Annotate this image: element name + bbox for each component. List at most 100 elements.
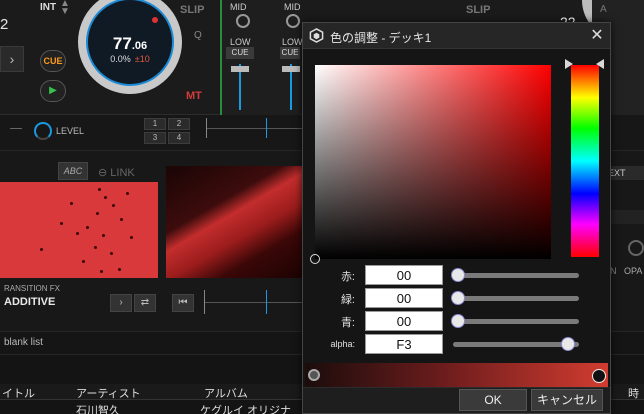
green-slider-track[interactable] [453,296,579,301]
seek-bar-playhead-2[interactable] [266,290,267,314]
cancel-button[interactable]: キャンセル [531,389,603,411]
updown-arrows-icon[interactable]: ▲ ▼ [60,0,70,17]
saturation-value-picker[interactable] [315,65,551,259]
master-tempo-button-left[interactable]: MT [186,90,202,102]
int-label-left: INT [40,2,57,13]
level-knob[interactable] [34,122,52,140]
column-header-album[interactable]: アルバム [204,385,248,401]
seek-bar-start-2 [204,290,205,314]
play-icon: ▶ [49,85,57,96]
green-input[interactable] [365,288,443,308]
green-channel-row: 緑: [303,288,603,308]
bpm-main: 77 [112,34,132,53]
seek-bar-playhead-1[interactable] [266,118,267,138]
hue-marker-right-icon[interactable] [596,59,604,69]
playlist-name[interactable]: blank list [4,337,43,348]
pitch-range: ±10 [134,54,150,64]
red-input[interactable] [365,265,443,285]
hue-slider[interactable] [571,65,599,257]
pitch-display: 0.0% ±10 [88,54,172,64]
level-label: LEVEL [56,126,85,136]
link-button[interactable]: ⊖ LINK [98,166,135,179]
right-panel-box [610,210,644,224]
seek-bar-2[interactable] [204,302,304,303]
pad-2[interactable]: 2 [168,118,190,130]
slip-button-right[interactable]: SLIP [466,4,490,16]
close-icon: ✕ [590,27,604,44]
red-slider-thumb[interactable] [451,268,465,282]
deck-left-arrow-button[interactable]: › [0,46,24,72]
low-eq-label-1: LOW [230,37,251,47]
column-header-title[interactable]: イトル [2,385,35,401]
skip-back-button[interactable]: ⏮ [172,294,194,312]
dialog-titlebar: 色の調整 - デッキ1 ✕ [303,23,610,49]
color-picker-cursor[interactable] [310,254,320,264]
blue-slider-thumb[interactable] [451,314,465,328]
pitch-percent: 0.0% [110,54,131,64]
cue-button-left[interactable]: CUE [40,50,66,72]
transition-fx-value[interactable]: ADDITIVE [4,296,55,308]
blue-slider-track[interactable] [453,319,579,324]
gradient-stop-right[interactable] [592,369,606,383]
app-logo-icon [309,28,324,43]
deck-left-number: 2 [0,16,9,33]
next-button[interactable]: › [110,294,132,312]
slip-button-left[interactable]: SLIP [180,4,204,16]
ok-button[interactable]: OK [459,389,527,411]
link-label: LINK [110,167,135,179]
seek-bar-start-1 [206,118,207,138]
right-panel-label: A [600,4,607,15]
green-slider-thumb[interactable] [451,291,465,305]
chevron-right-icon: › [9,51,15,67]
alpha-input[interactable] [365,334,443,354]
channel-fader-handle-1[interactable] [231,66,249,72]
gradient-stop-left[interactable] [308,369,320,381]
seek-bar-1[interactable] [206,128,306,129]
shuffle-icon: ⇄ [140,297,150,308]
red-label: 赤: [340,271,355,283]
blue-channel-row: 青: [303,311,603,331]
abc-button[interactable]: ABC [58,162,88,180]
gradient-preview-strip[interactable] [305,363,608,387]
alpha-channel-row: alpha: [303,334,603,354]
channel-fader-handle-2[interactable] [282,66,300,72]
bpm-decimal: .06 [131,40,148,52]
video-preview-center [166,166,304,278]
video-preview-left [0,182,158,278]
close-button[interactable]: ✕ [587,26,607,46]
hue-marker-left-icon[interactable] [565,59,573,69]
alpha-label: alpha: [330,339,355,349]
mid-eq-knob-1[interactable] [236,14,250,28]
mid-eq-knob-2[interactable] [286,14,300,28]
pad-4[interactable]: 4 [168,132,190,144]
table-cell-album[interactable]: ケグルイ オリジナ [200,402,291,414]
pad-1[interactable]: 1 [144,118,166,130]
column-header-time[interactable]: 時 [628,385,639,401]
pad-3[interactable]: 3 [144,132,166,144]
blue-label: 青: [340,317,355,329]
quantize-button-left[interactable]: Q [194,30,202,41]
link-icon: ⊖ [98,167,111,179]
table-cell-artist[interactable]: 石川智久 [76,402,120,414]
shuffle-button[interactable]: ⇄ [134,294,156,312]
dialog-title: 色の調整 - デッキ1 [330,31,432,45]
blue-input[interactable] [365,311,443,331]
column-header-artist[interactable]: アーティスト [76,385,141,401]
red-channel-row: 赤: [303,265,603,285]
mid-eq-label-2: MID [284,2,301,12]
low-eq-label-2: LOW [282,37,303,47]
jog-position-dot [152,17,158,23]
mixer-cue-button-2[interactable]: CUE [280,47,300,59]
alpha-slider-track[interactable] [453,342,579,347]
alpha-slider-thumb[interactable] [561,337,576,351]
transition-fx-label: RANSITION FX [4,284,61,293]
divider [10,128,22,129]
bpm-display: 77.06 [100,34,160,54]
red-slider-track[interactable] [453,273,579,278]
play-button-left[interactable]: ▶ [40,80,66,102]
right-knob[interactable] [628,240,644,256]
right-label-opa: OPA [624,266,643,276]
color-adjust-dialog: 色の調整 - デッキ1 ✕ 赤: 緑: 青: alpha: OK キャンセル [302,22,611,414]
mixer-cue-button-1[interactable]: CUE [226,47,254,59]
right-ext-label[interactable]: EXT [606,166,644,180]
